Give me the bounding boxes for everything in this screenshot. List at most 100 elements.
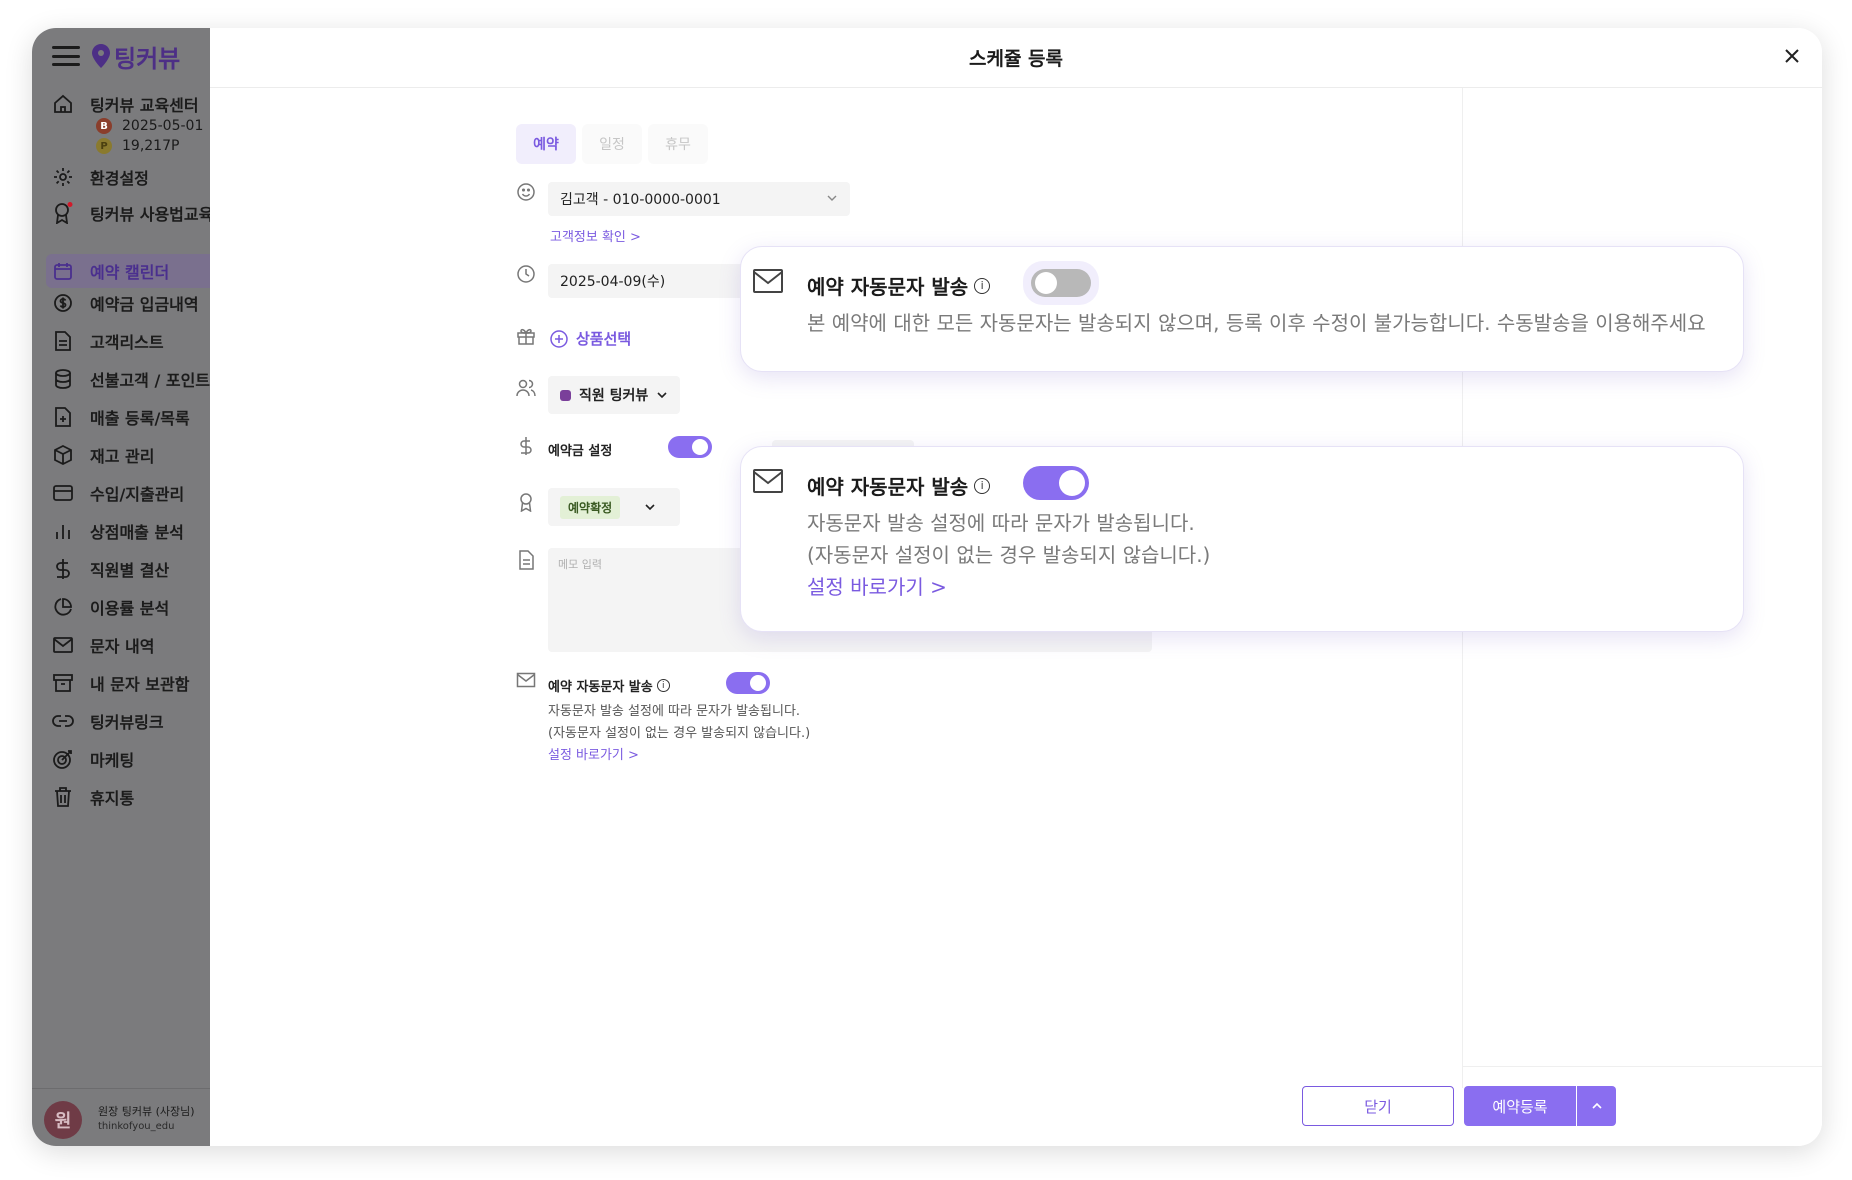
pie-icon — [52, 596, 74, 618]
date-value: 2025-04-09(수) — [560, 274, 666, 290]
sidebar-item-sales-analysis[interactable]: 상점매출 분석 — [52, 519, 184, 543]
sms-toggle-on[interactable] — [1023, 466, 1089, 500]
menu-icon[interactable] — [52, 46, 80, 66]
tab-reservation[interactable]: 예약 — [516, 124, 576, 164]
product-select-label: 상품선택 — [576, 330, 632, 348]
logo-text: 팅커뷰 — [114, 44, 181, 73]
p-coin-icon: P — [96, 138, 112, 154]
info-icon[interactable]: i — [974, 477, 991, 494]
close-button[interactable]: 닫기 — [1302, 1086, 1454, 1126]
sidebar-item-label: 수입/지출관리 — [90, 485, 185, 504]
box-icon — [52, 444, 74, 466]
sidebar-item-income-expense[interactable]: 수입/지출관리 — [52, 481, 184, 505]
mail-icon — [516, 672, 536, 688]
sidebar-item-label: 내 문자 보관함 — [90, 675, 190, 694]
user-profile[interactable]: 원 원장 팅커뷰 (사장님) thinkofyou_edu — [32, 1088, 210, 1146]
archive-icon — [52, 672, 74, 694]
sidebar-item-label: 선불고객 / 포인트 — [90, 371, 210, 390]
gift-icon — [517, 328, 535, 345]
expiry-date: 2025-05-01 — [122, 118, 204, 134]
user-id: thinkofyou_edu — [98, 1121, 175, 1132]
trash-icon — [52, 786, 74, 808]
sidebar-item-sms-archive[interactable]: 내 문자 보관함 — [52, 671, 189, 695]
sidebar-item-label: 문자 내역 — [90, 637, 155, 656]
info-icon[interactable]: i — [974, 277, 991, 294]
sidebar-item-customers[interactable]: 고객리스트 — [52, 329, 164, 353]
sidebar-item-prepaid[interactable]: 선불고객 / 포인트 — [52, 367, 210, 391]
status-badge: 예약확정 — [560, 495, 621, 519]
toggle-knob — [692, 439, 708, 455]
submit-button[interactable]: 예약등록 — [1464, 1086, 1576, 1126]
sms-settings-link[interactable]: 설정 바로가기 > — [548, 744, 639, 763]
sidebar-item-trash[interactable]: 휴지통 — [52, 785, 134, 809]
mail-icon — [52, 634, 74, 656]
status-select[interactable]: 예약확정 — [548, 488, 680, 526]
home-icon — [52, 93, 74, 115]
customer-info-link[interactable]: 고객정보 확인 > — [550, 226, 641, 245]
sms-toggle-off[interactable] — [1031, 269, 1091, 297]
tab-schedule[interactable]: 일정 — [582, 124, 642, 164]
users-icon — [516, 379, 536, 397]
sidebar-item-sms-history[interactable]: 문자 내역 — [52, 633, 154, 657]
tab-holiday[interactable]: 휴무 — [648, 124, 708, 164]
sidebar-item-inventory[interactable]: 재고 관리 — [52, 443, 154, 467]
sidebar-item-label: 예약금 입금내역 — [90, 295, 199, 314]
award-icon — [52, 202, 74, 224]
callout-title-text: 예약 자동문자 발송 — [807, 475, 969, 499]
app-window: 팅커뷰 팅커뷰 교육센터 B 2025-05-01 P 19,217P 환경설정… — [32, 28, 1822, 1146]
expiry-row: B 2025-05-01 — [96, 118, 203, 134]
deposit-toggle[interactable] — [668, 436, 712, 458]
sidebar-item-marketing[interactable]: 마케팅 — [52, 747, 134, 771]
org-name: 팅커뷰 교육센터 — [90, 96, 199, 115]
sidebar-item-deposits[interactable]: 예약금 입금내역 — [52, 291, 199, 315]
staff-select[interactable]: 직원 팅커뷰 — [548, 376, 680, 414]
sidebar-item-usage-analysis[interactable]: 이용률 분석 — [52, 595, 169, 619]
sidebar-item-label: 재고 관리 — [90, 447, 155, 466]
deposit-label: 예약금 설정 — [548, 444, 613, 459]
callout-sms-on: 예약 자동문자 발송 i 자동문자 발송 설정에 따라 문자가 발송됩니다. (… — [740, 446, 1744, 632]
sms-desc-1: 자동문자 발송 설정에 따라 문자가 발송됩니다. — [548, 704, 801, 719]
info-icon[interactable]: i — [656, 679, 670, 692]
file-icon — [52, 330, 74, 352]
chevron-down-icon — [645, 504, 655, 511]
target-icon — [52, 748, 74, 770]
customer-select[interactable]: 김고객 - 010-0000-0001 — [548, 182, 850, 216]
calendar-icon — [52, 260, 74, 282]
sidebar-item-label: 상점매출 분석 — [90, 523, 184, 542]
more-options-button[interactable] — [1577, 1086, 1616, 1126]
sidebar-item-link[interactable]: 팅커뷰링크 — [52, 709, 164, 733]
sidebar-item-tutorial[interactable]: 팅커뷰 사용법교육 — [52, 201, 210, 225]
sidebar-item-label: 예약 캘린더 — [90, 263, 170, 282]
points-row: P 19,217P — [96, 138, 179, 154]
sidebar-item-settings[interactable]: 환경설정 — [52, 165, 149, 189]
sidebar-item-home[interactable]: 팅커뷰 교육센터 — [52, 92, 199, 116]
sidebar-item-label: 이용률 분석 — [90, 599, 170, 618]
date-input[interactable]: 2025-04-09(수) — [548, 264, 748, 298]
callout-settings-link[interactable]: 설정 바로가기 > — [807, 571, 947, 600]
card-icon — [52, 482, 74, 504]
sms-toggle-off-focus[interactable] — [1023, 261, 1099, 305]
logo[interactable]: 팅커뷰 — [92, 39, 180, 74]
chevron-down-icon — [827, 195, 837, 201]
clock-icon — [517, 265, 535, 283]
product-select-button[interactable]: 상품선택 — [550, 328, 631, 349]
sms-toggle[interactable] — [726, 672, 770, 694]
sidebar-item-label: 휴지통 — [90, 789, 135, 808]
staff-value: 직원 팅커뷰 — [579, 388, 649, 404]
sidebar-item-label: 직원별 결산 — [90, 561, 170, 580]
user-name: 원장 팅커뷰 (사장님) — [98, 1105, 195, 1118]
sidebar-item-staff-settlement[interactable]: 직원별 결산 — [52, 557, 169, 581]
toggle-knob — [1059, 470, 1085, 496]
callout-title: 예약 자동문자 발송 i — [807, 471, 991, 500]
chevron-down-icon — [657, 392, 667, 399]
close-icon[interactable] — [1780, 44, 1804, 68]
sidebar-item-sales[interactable]: 매출 등록/목록 — [52, 405, 190, 429]
toggle-knob — [1035, 272, 1057, 294]
document-icon — [519, 550, 534, 570]
database-icon — [52, 368, 74, 390]
location-pin-icon — [92, 44, 110, 68]
sidebar-item-label: 팅커뷰링크 — [90, 713, 164, 732]
sidebar-item-calendar[interactable]: 예약 캘린더 — [46, 254, 210, 288]
gear-icon — [52, 166, 74, 188]
points-value: 19,217P — [122, 138, 180, 154]
